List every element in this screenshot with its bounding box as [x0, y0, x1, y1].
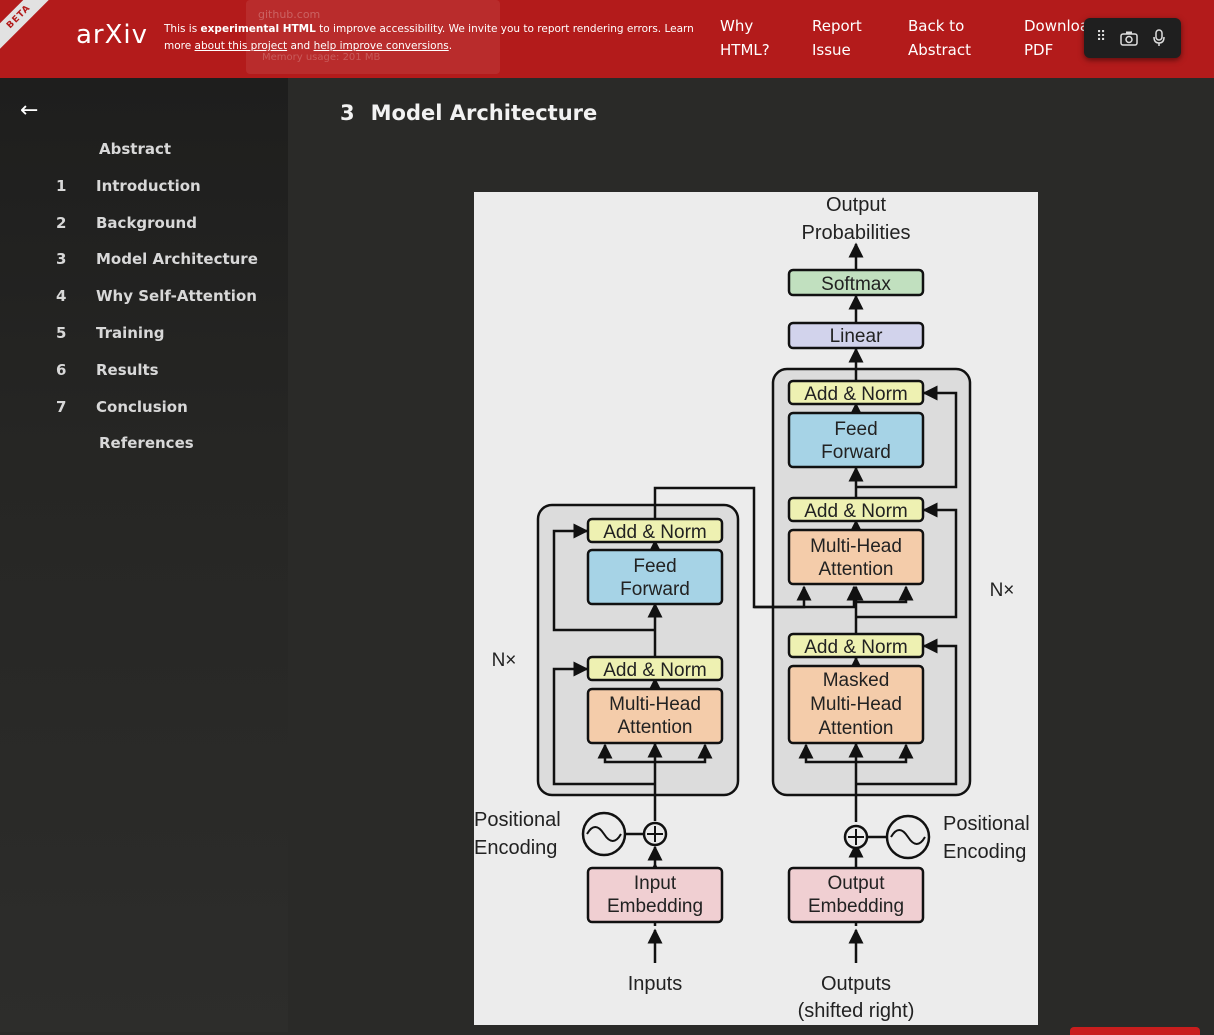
svg-text:Add & Norm: Add & Norm	[804, 384, 907, 405]
svg-text:Attention: Attention	[618, 717, 693, 738]
ghost-url: github.com	[258, 8, 321, 21]
beta-ribbon: BETA	[0, 0, 70, 70]
svg-text:Attention: Attention	[819, 718, 894, 739]
output-probabilities-label-1: Output	[826, 194, 886, 216]
back-to-abstract-link[interactable]: Back to Abstract	[908, 14, 971, 62]
output-probabilities-label-2: Probabilities	[802, 222, 911, 244]
help-improve-link[interactable]: help improve conversions	[314, 40, 449, 52]
svg-text:Attention: Attention	[819, 559, 894, 580]
svg-text:Masked: Masked	[823, 670, 890, 691]
toc-item-why-self-attention[interactable]: 4 Why Self-Attention	[56, 287, 257, 305]
notice-bold: experimental HTML	[200, 23, 316, 35]
section-number: 3	[340, 101, 355, 125]
floating-toolbar: ⠿	[1084, 18, 1181, 58]
svg-text:Input: Input	[634, 873, 677, 894]
drag-handle-icon[interactable]: ⠿	[1096, 29, 1106, 45]
svg-text:Forward: Forward	[821, 442, 891, 463]
decoder-positional-label-1: Positional	[943, 813, 1030, 835]
svg-text:Multi-Head: Multi-Head	[810, 536, 902, 557]
about-project-link[interactable]: about this project	[195, 40, 288, 52]
svg-text:Embedding: Embedding	[808, 896, 904, 917]
svg-text:Embedding: Embedding	[607, 896, 703, 917]
svg-text:Add & Norm: Add & Norm	[804, 637, 907, 658]
floating-action-button[interactable]	[1070, 1027, 1200, 1035]
svg-text:Softmax: Softmax	[821, 274, 891, 295]
accessibility-notice: This is experimental HTML to improve acc…	[164, 23, 694, 52]
encoder-block	[536, 503, 740, 797]
transformer-architecture-figure: Add & Norm Feed Forward Add & Norm Multi…	[474, 192, 1038, 1025]
toc-item-introduction[interactable]: 1 Introduction	[56, 177, 201, 195]
svg-text:Add & Norm: Add & Norm	[603, 660, 706, 681]
outputs-label: Outputs	[821, 973, 891, 995]
toc-item-training[interactable]: 5 Training	[56, 324, 164, 342]
arrow-left-icon[interactable]: ←	[20, 98, 38, 123]
encoder-positional-label-1: Positional	[474, 809, 561, 831]
decoder-positional-label-2: Encoding	[943, 841, 1026, 863]
beta-label: BETA	[0, 0, 58, 56]
toc-item-conclusion[interactable]: 7 Conclusion	[56, 398, 188, 416]
microphone-icon[interactable]	[1152, 29, 1166, 47]
svg-text:Feed: Feed	[633, 556, 676, 577]
report-issue-link[interactable]: Report Issue	[812, 14, 862, 62]
toc-item-background[interactable]: 2 Background	[56, 214, 197, 232]
toc-item-model-architecture[interactable]: 3 Model Architecture	[56, 250, 258, 268]
svg-text:Forward: Forward	[620, 579, 690, 600]
top-banner: BETA arXiv github.com Memory usage: 201 …	[0, 0, 1214, 78]
section-title: Model Architecture	[370, 101, 598, 125]
why-html-link[interactable]: Why HTML?	[720, 14, 770, 62]
decoder-nx-label: N×	[990, 580, 1015, 601]
svg-text:Multi-Head: Multi-Head	[810, 694, 902, 715]
encoder-nx-label: N×	[492, 650, 517, 671]
section-heading: 3 Model Architecture	[340, 101, 597, 125]
svg-text:Output: Output	[827, 873, 885, 894]
toc-item-results[interactable]: 6 Results	[56, 361, 159, 379]
svg-text:Add & Norm: Add & Norm	[603, 522, 706, 543]
inputs-label: Inputs	[628, 973, 682, 995]
svg-text:Multi-Head: Multi-Head	[609, 694, 701, 715]
download-pdf-link[interactable]: Downloa PDF	[1024, 14, 1089, 62]
svg-text:Add & Norm: Add & Norm	[804, 501, 907, 522]
toc-item-references[interactable]: References	[99, 434, 194, 452]
outputs-shifted-label: (shifted right)	[798, 1000, 915, 1022]
toc-item-abstract[interactable]: Abstract	[99, 140, 171, 158]
arxiv-logo[interactable]: arXiv	[76, 20, 148, 50]
svg-text:Feed: Feed	[834, 419, 877, 440]
encoder-positional-label-2: Encoding	[474, 837, 557, 859]
architecture-diagram: Add & Norm Feed Forward Add & Norm Multi…	[474, 194, 1030, 1022]
camera-icon[interactable]	[1120, 30, 1138, 46]
svg-text:Linear: Linear	[830, 326, 883, 347]
